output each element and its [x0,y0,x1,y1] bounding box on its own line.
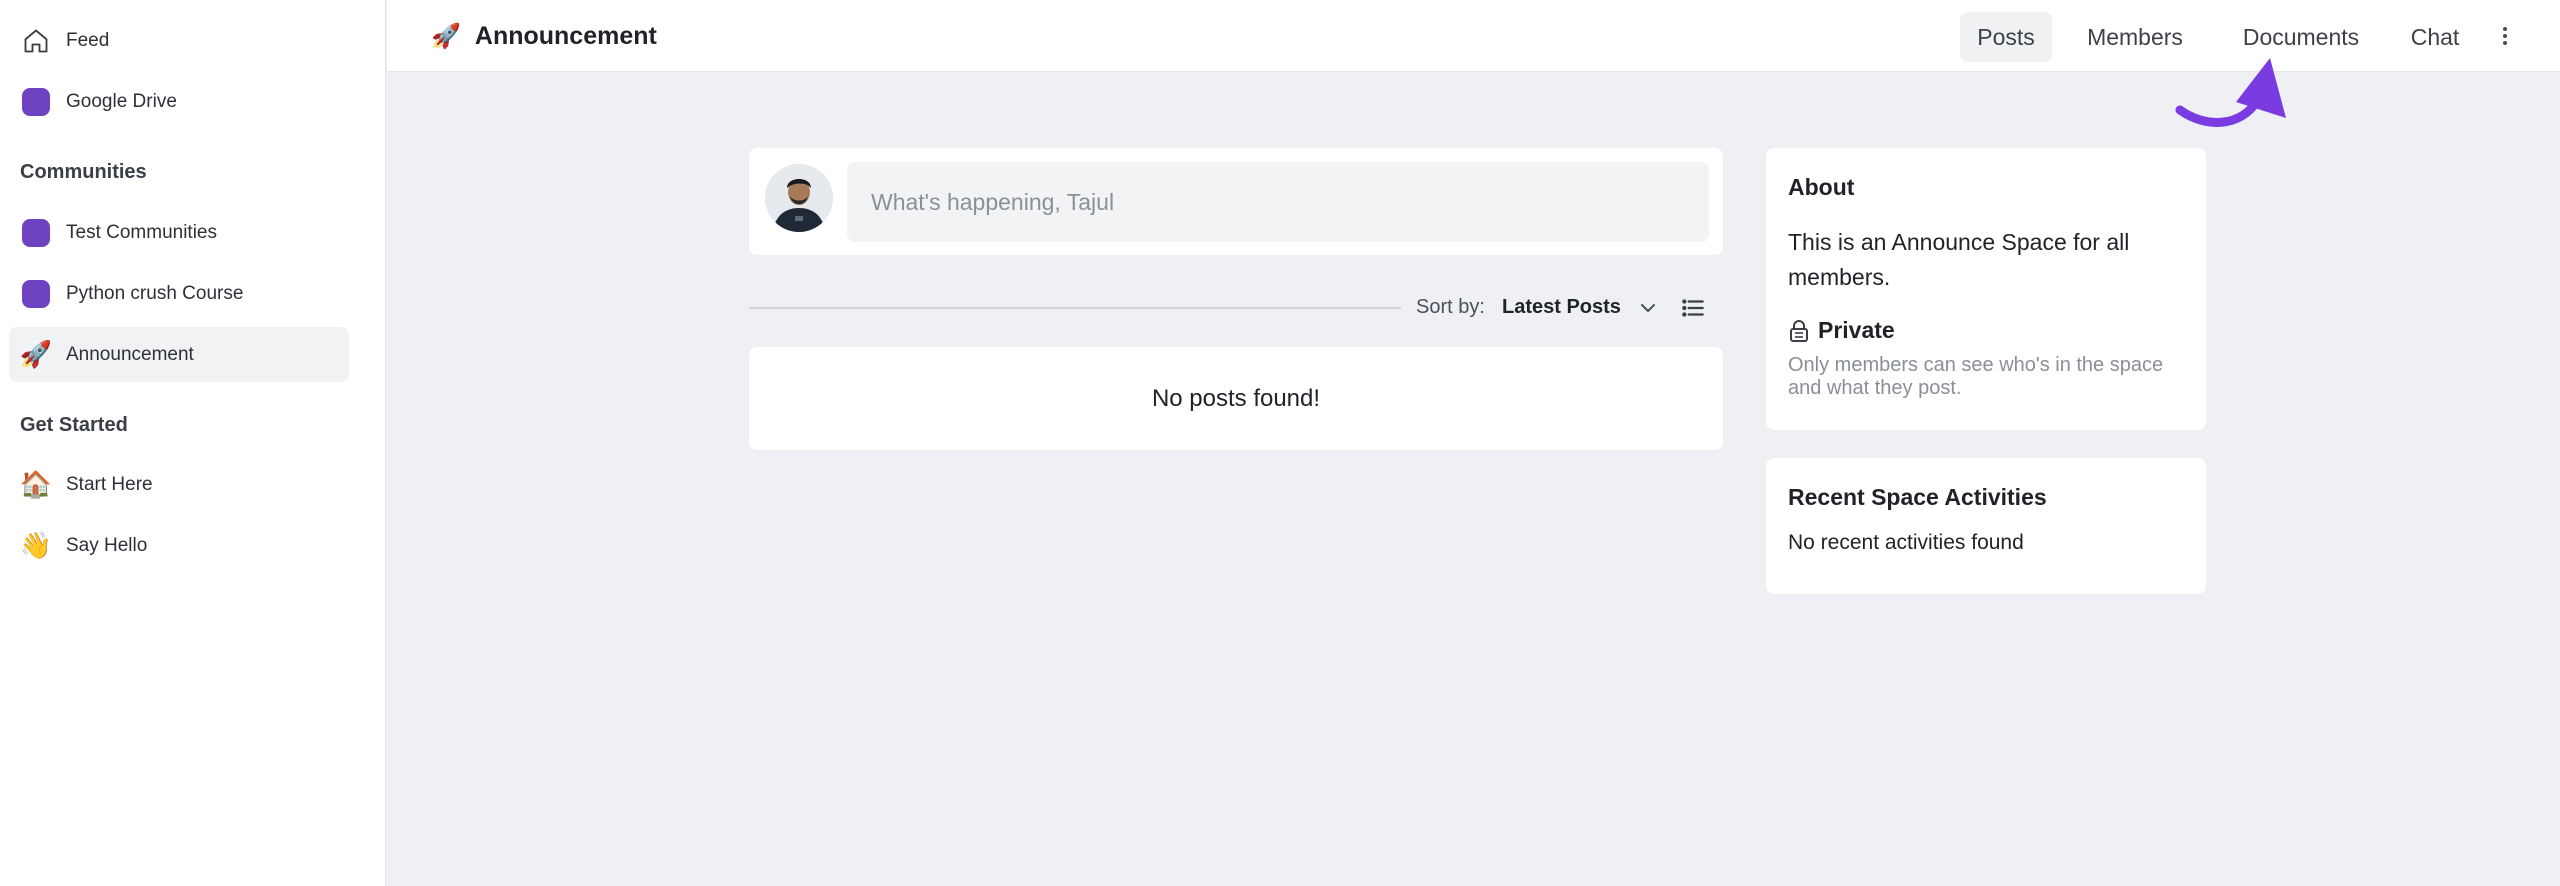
sidebar-item-label: Google Drive [66,90,177,112]
sidebar-item-label: Feed [66,29,110,51]
sidebar-item-announcement[interactable]: 🚀 Announcement [9,327,349,382]
page-title-text: Announcement [474,21,657,50]
recent-activities-title: Recent Space Activities [1788,484,2047,510]
square-dot-icon [21,279,51,309]
list-view-icon[interactable] [1680,295,1706,321]
sidebar-item-label: Test Communities [66,221,217,243]
post-composer [749,148,1723,255]
home-icon [21,26,51,56]
sort-label: Sort by: [1416,296,1485,318]
private-icon [1790,319,1808,342]
sidebar-item-label: Start Here [66,473,153,495]
section-heading-communities: Communities [20,161,147,183]
sidebar: Feed Google Drive Communities Test Commu… [0,0,386,886]
wave-icon: 👋 [19,530,53,560]
about-description: This is an Announce Space for all member… [1788,229,2130,290]
sidebar-item-start-here[interactable]: 🏠 Start Here [9,457,349,512]
privacy-description: Only members can see who's in the space … [1788,354,2164,399]
privacy-label: Private [1818,317,1895,343]
square-dot-icon [21,87,51,117]
rocket-icon: 🚀 [431,22,461,50]
curved-arrow-icon [2175,58,2286,127]
recent-activities-card: Recent Space Activities No recent activi… [1766,458,2206,594]
recent-activities-empty: No recent activities found [1788,531,2024,554]
sidebar-item-say-hello[interactable]: 👋 Say Hello [9,518,349,573]
house-icon: 🏠 [19,469,53,499]
empty-feed-message: No posts found! [749,347,1723,450]
page-title: 🚀 Announcement [431,0,657,72]
sidebar-item-google-drive[interactable]: Google Drive [9,74,349,129]
section-heading-get-started: Get Started [20,414,128,436]
more-options-icon[interactable] [2490,18,2520,54]
post-composer-input[interactable] [847,162,1709,242]
sort-dropdown[interactable]: Latest Posts [1502,296,1621,319]
rocket-icon: 🚀 [19,339,53,369]
sidebar-item-label: Announcement [66,343,194,365]
sidebar-item-label: Say Hello [66,534,148,556]
sidebar-item-python-crush-course[interactable]: Python crush Course [9,266,349,321]
about-title: About [1788,174,1855,200]
privacy-row: Private [1788,317,2184,344]
tab-chat[interactable]: Chat [2396,12,2474,62]
sidebar-item-feed[interactable]: Feed [9,13,349,68]
square-dot-icon [21,218,51,248]
avatar [765,164,833,232]
sidebar-item-test-communities[interactable]: Test Communities [9,205,349,260]
sidebar-item-label: Python crush Course [66,282,244,304]
tab-posts[interactable]: Posts [1960,12,2052,62]
chevron-down-icon[interactable] [1636,296,1660,320]
about-card: About This is an Announce Space for all … [1766,148,2206,430]
divider [749,307,1401,309]
